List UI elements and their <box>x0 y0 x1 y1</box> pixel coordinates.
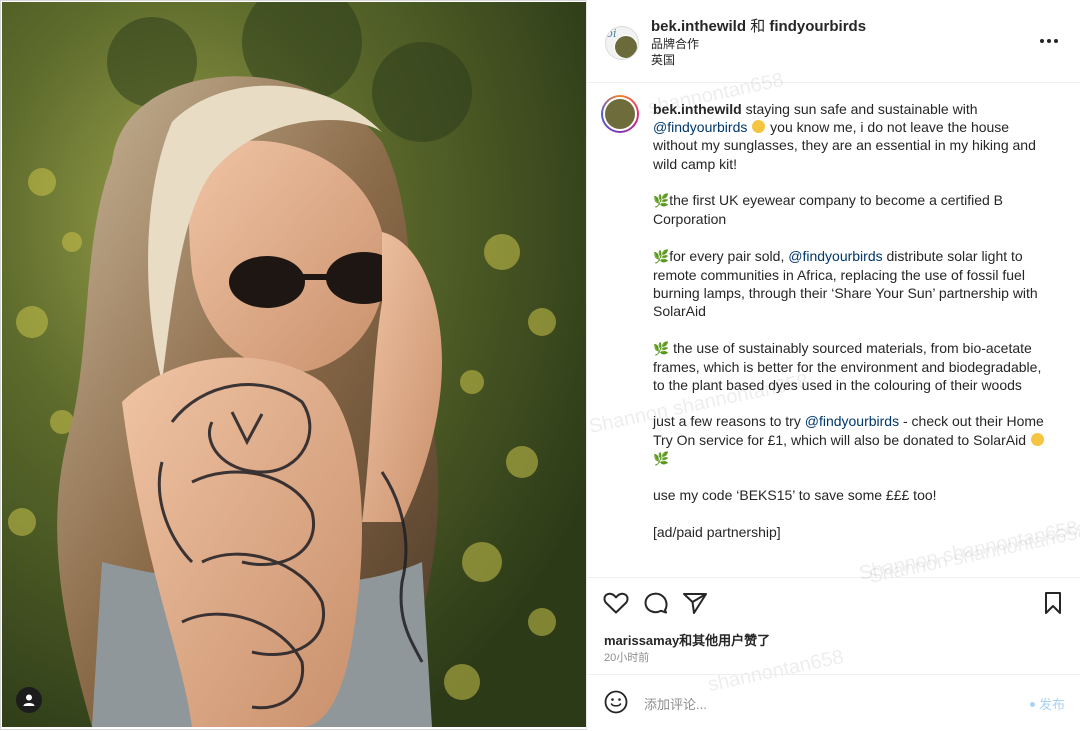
avatar-photo <box>614 35 638 59</box>
leaf-emoji-icon: 🌿 <box>653 450 670 466</box>
save-button[interactable] <box>1043 591 1063 620</box>
post-timestamp[interactable]: 20小时前 <box>604 649 649 665</box>
post-side-panel: bi bek.inthewild 和 findyourbirds 品牌合作 英国… <box>586 0 1080 730</box>
post-header: bi bek.inthewild 和 findyourbirds 品牌合作 英国 <box>587 0 1080 83</box>
post-author-line: bek.inthewild 和 findyourbirds <box>651 15 866 36</box>
mention-link[interactable]: @findyourbirds <box>805 413 899 429</box>
author-avatar[interactable]: bi <box>605 26 639 60</box>
mention-link[interactable]: @findyourbirds <box>653 119 747 135</box>
caption-paragraph-2: 🌿the first UK eyewear company to become … <box>653 191 1053 228</box>
more-horizontal-icon <box>1040 39 1058 43</box>
share-icon <box>683 593 707 614</box>
caption-author-avatar[interactable] <box>601 95 639 133</box>
post-photo[interactable] <box>2 2 586 727</box>
bookmark-icon <box>1045 592 1061 614</box>
caption-paragraph-1: bek.inthewild staying sun safe and susta… <box>653 100 1053 173</box>
avatar-badge: bi <box>606 27 617 40</box>
more-options-button[interactable] <box>1039 30 1059 44</box>
caption-text: bek.inthewild staying sun safe and susta… <box>653 100 1053 559</box>
partner-username[interactable]: findyourbirds <box>769 18 866 35</box>
leaf-emoji-icon: 🌿 <box>653 193 670 208</box>
emoji-picker-button[interactable] <box>604 690 628 719</box>
post-button-dot <box>1029 702 1035 707</box>
caption-paragraph-6: use my code ‘BEKS15’ to save some £££ to… <box>653 487 937 504</box>
comment-bar: 发布 <box>587 674 1080 731</box>
action-bar <box>587 577 1080 628</box>
author-username[interactable]: bek.inthewild <box>651 18 746 35</box>
user-tag-icon[interactable] <box>16 687 42 713</box>
paid-partnership-label[interactable]: 品牌合作 <box>651 35 699 52</box>
caption-text-segment: the first UK eyewear company to become a… <box>653 192 1004 228</box>
caption-text-segment: staying sun safe and sustainable with <box>745 101 978 117</box>
heart-icon <box>603 592 629 614</box>
mention-link[interactable]: @findyourbirds <box>788 248 882 264</box>
likes-summary[interactable]: marissamay和其他用户赞了 <box>604 630 770 649</box>
caption-text-segment: the use of sustainably sourced materials… <box>653 339 1042 393</box>
caption-text-segment: for every pair sold, <box>669 247 785 264</box>
caption-paragraph-3: 🌿for every pair sold, @findyourbirds dis… <box>653 247 1053 321</box>
like-button[interactable] <box>603 591 629 620</box>
comment-input[interactable] <box>642 692 1006 716</box>
caption-area: bek.inthewild staying sun safe and susta… <box>587 69 1080 588</box>
photo-illustration <box>2 2 586 727</box>
smiling-emoji-icon <box>752 120 766 134</box>
comment-icon <box>644 592 668 614</box>
post-button-label: 发布 <box>1038 697 1065 712</box>
share-button[interactable] <box>682 591 708 620</box>
smile-icon <box>604 690 628 714</box>
leaf-emoji-icon: 🌿 <box>653 340 670 356</box>
author-connector: 和 <box>750 18 766 35</box>
smiling-emoji-icon <box>1030 432 1044 446</box>
post-comment-button[interactable]: 发布 <box>1029 694 1065 713</box>
comment-button[interactable] <box>643 591 669 620</box>
leaf-emoji-icon: 🌿 <box>653 248 670 264</box>
caption-paragraph-5: just a few reasons to try @findyourbirds… <box>653 412 1053 468</box>
caption-paragraph-4: 🌿 the use of sustainably sourced materia… <box>653 339 1053 395</box>
location-label[interactable]: 英国 <box>651 51 675 68</box>
